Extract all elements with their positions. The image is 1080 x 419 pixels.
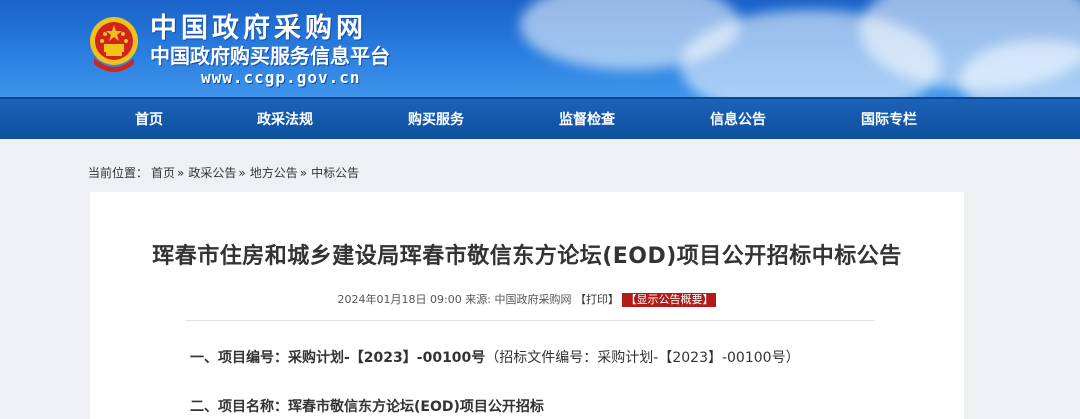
main-nav: 首页 政采法规 购买服务 监督检查 信息公告 国际专栏 [0,97,1080,139]
header-banner: 中国政府采购网 中国政府购买服务信息平台 www.ccgp.gov.cn [0,0,1080,97]
section-project-number: 一、项目编号：采购计划-【2023】-00100号（招标文件编号：采购计划-【2… [190,349,800,367]
nav-item-supervision[interactable]: 监督检查 [527,99,647,141]
breadcrumb: 当前位置： 首页» 政采公告» 地方公告» 中标公告 [88,165,359,181]
section-heading: 二、项目名称： [190,399,288,415]
article-title: 珲春市住房和城乡建设局珲春市敬信东方论坛(EOD)项目公开招标中标公告 [152,244,902,269]
source-name: 中国政府采购网 [494,293,572,306]
nav-item-regulations[interactable]: 政采法规 [225,99,345,141]
title-divider [185,320,875,321]
nav-item-announcements[interactable]: 信息公告 [678,99,798,141]
breadcrumb-award-notices[interactable]: 中标公告 [311,166,359,180]
article-card: 珲春市住房和城乡建设局珲春市敬信东方论坛(EOD)项目公开招标中标公告 2024… [90,192,964,419]
nav-item-international[interactable]: 国际专栏 [829,99,949,141]
breadcrumb-separator: » [238,166,246,180]
source-label: 来源: [465,293,491,306]
breadcrumb-separator: » [177,166,185,180]
print-link[interactable]: 【打印】 [575,293,619,306]
breadcrumb-procurement-notices[interactable]: 政采公告 [188,166,236,180]
section-value: 珲春市敬信东方论坛(EOD)项目公开招标 [288,399,544,415]
publish-date: 2024年01月18日 09:00 [337,293,462,306]
breadcrumb-separator: » [299,166,308,180]
breadcrumb-local-notices[interactable]: 地方公告 [250,166,298,180]
site-url: www.ccgp.gov.cn [201,68,361,87]
section-value: 采购计划-【2023】-00100号 [288,350,486,366]
nav-item-home[interactable]: 首页 [89,99,209,141]
breadcrumb-prefix: 当前位置： [88,166,149,180]
section-note: （招标文件编号：采购计划-【2023】-00100号） [485,350,800,366]
breadcrumb-home[interactable]: 首页 [151,166,175,180]
show-summary-button[interactable]: 【显示公告概要】 [622,293,717,307]
section-heading: 一、项目编号： [190,350,288,366]
article-meta: 2024年01月18日 09:00 来源: 中国政府采购网 【打印】 【显示公告… [90,291,964,307]
section-project-name: 二、项目名称：珲春市敬信东方论坛(EOD)项目公开招标 [190,398,544,416]
nav-item-purchase-services[interactable]: 购买服务 [376,99,496,141]
national-emblem-icon [90,17,138,72]
site-name: 中国政府采购网 [150,13,367,44]
site-subtitle: 中国政府购买服务信息平台 [150,44,390,68]
